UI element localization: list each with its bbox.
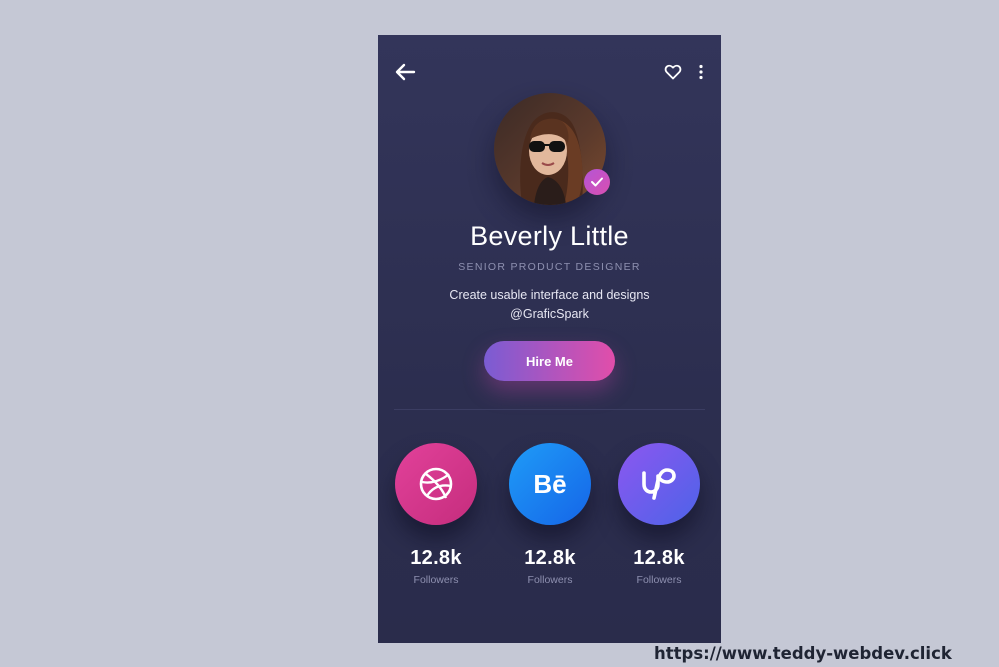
behance-button[interactable]: Bē: [509, 443, 591, 525]
watermark-url: https://www.teddy-webdev.click: [654, 644, 952, 663]
profile-role: SENIOR PRODUCT DESIGNER: [458, 261, 641, 273]
dribbble-button[interactable]: [395, 443, 477, 525]
stat-upwork: 12.8k Followers: [609, 443, 709, 586]
stat-behance: Bē 12.8k Followers: [500, 443, 600, 586]
back-arrow-icon[interactable]: [394, 63, 416, 81]
more-options-icon[interactable]: [696, 64, 706, 80]
heart-icon[interactable]: [664, 63, 682, 81]
divider: [394, 409, 705, 410]
dribbble-icon: [419, 467, 453, 501]
verified-badge: [584, 169, 610, 195]
upwork-button[interactable]: [618, 443, 700, 525]
follower-label: Followers: [413, 574, 459, 586]
follower-count: 12.8k: [524, 547, 576, 569]
stat-dribbble: 12.8k Followers: [386, 443, 486, 586]
check-icon: [591, 177, 603, 187]
follower-label: Followers: [527, 574, 573, 586]
profile-name: Beverly Little: [470, 221, 629, 251]
follower-label: Followers: [636, 574, 682, 586]
hire-me-button[interactable]: Hire Me: [484, 341, 615, 381]
profile-bio: Create usable interface and designs @Gra…: [449, 288, 650, 321]
follower-count: 12.8k: [410, 547, 462, 569]
avatar-container: [494, 93, 610, 205]
behance-icon: Bē: [533, 468, 567, 499]
upwork-icon: [642, 468, 676, 500]
follower-count: 12.8k: [633, 547, 685, 569]
profile-card: Beverly Little SENIOR PRODUCT DESIGNER C…: [378, 35, 721, 643]
